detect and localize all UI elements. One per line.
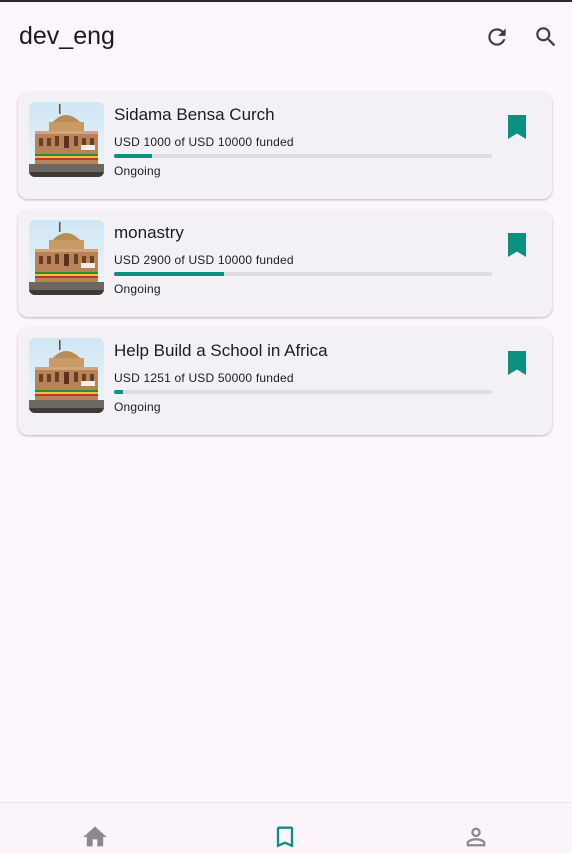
project-status: Ongoing	[114, 400, 161, 414]
bookmark-button[interactable]	[505, 114, 529, 140]
bookmark-icon	[508, 351, 526, 375]
project-thumbnail	[29, 220, 104, 295]
funding-progress-fill	[114, 390, 124, 394]
funding-progress-bar	[114, 272, 492, 276]
page-title: dev_eng	[19, 22, 115, 50]
project-status: Ongoing	[114, 164, 161, 178]
project-thumbnail	[29, 102, 104, 177]
funded-amount-text: USD 1000 of USD 10000 funded	[114, 135, 294, 149]
funding-progress-fill	[114, 272, 224, 276]
church-building-image	[29, 220, 104, 295]
app-bar: dev_eng	[0, 2, 572, 68]
bookmark-button[interactable]	[505, 350, 529, 376]
nav-profile[interactable]	[461, 823, 491, 853]
project-title: monastry	[114, 223, 184, 242]
nav-bookmarks[interactable]	[270, 823, 300, 853]
church-building-image	[29, 102, 104, 177]
refresh-icon	[488, 28, 506, 46]
project-card[interactable]: Sidama Bensa Curch USD 1000 of USD 10000…	[18, 92, 552, 199]
bookmark-button[interactable]	[505, 232, 529, 258]
funded-amount-text: USD 2900 of USD 10000 funded	[114, 253, 294, 267]
funding-progress-bar	[114, 390, 492, 394]
project-list: Sidama Bensa Curch USD 1000 of USD 10000…	[18, 92, 552, 446]
bookmark-icon	[508, 233, 526, 257]
home-icon	[83, 826, 107, 847]
search-icon	[536, 27, 556, 47]
bottom-navigation	[0, 802, 572, 853]
person-icon	[466, 827, 486, 847]
funding-progress-fill	[114, 154, 152, 158]
bookmark-icon	[508, 115, 526, 139]
funded-amount-text: USD 1251 of USD 50000 funded	[114, 371, 294, 385]
project-card[interactable]: monastry USD 2900 of USD 10000 funded On…	[18, 210, 552, 317]
project-title: Sidama Bensa Curch	[114, 105, 275, 124]
project-status: Ongoing	[114, 282, 161, 296]
project-thumbnail	[29, 338, 104, 413]
nav-home[interactable]	[80, 823, 110, 853]
project-title: Help Build a School in Africa	[114, 341, 328, 360]
funding-progress-bar	[114, 154, 492, 158]
bookmark-icon	[276, 826, 294, 848]
church-building-image	[29, 338, 104, 413]
project-card[interactable]: Help Build a School in Africa USD 1251 o…	[18, 328, 552, 435]
search-button[interactable]	[531, 22, 561, 52]
refresh-button[interactable]	[482, 22, 512, 52]
